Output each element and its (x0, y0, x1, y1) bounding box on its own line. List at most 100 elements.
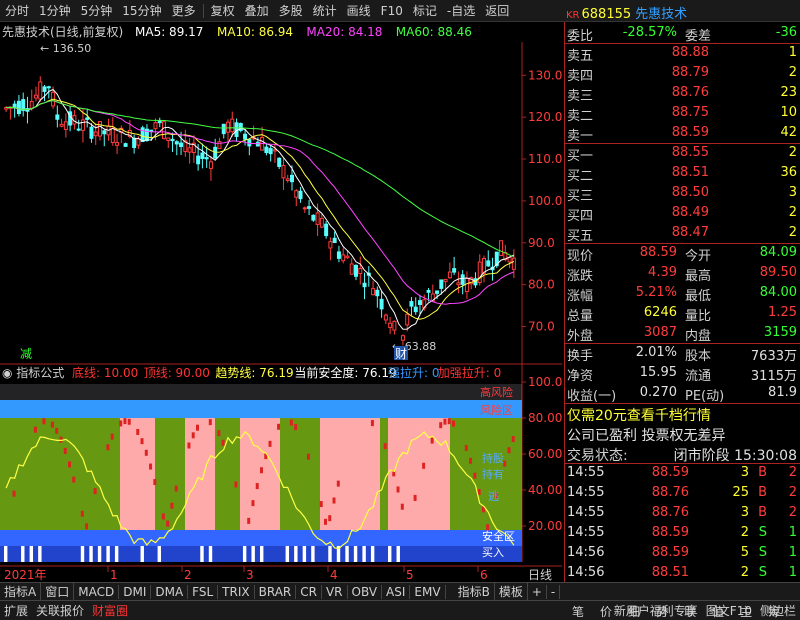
indicator-bar (464, 444, 468, 451)
toolbar-button-4[interactable]: 画线 (342, 2, 376, 19)
indicator-tab-0[interactable]: 指标A (0, 583, 42, 600)
indicator-bar (221, 439, 225, 446)
stat-value: 3115万 (750, 369, 797, 384)
candle-body (447, 271, 452, 279)
candle-body (435, 290, 440, 294)
indicator-tab-13[interactable]: 指标B (454, 583, 495, 600)
quote-tab-4[interactable]: 联 (676, 603, 704, 620)
toolbar-button-6[interactable]: 标记 (408, 2, 442, 19)
promo-text-1: 仅需20元查看千档行情 (567, 408, 711, 424)
indicator-tab-2[interactable]: MACD (74, 584, 120, 599)
indicator-bar (191, 432, 195, 439)
indicator-bar (161, 513, 165, 520)
kline-chart-svg[interactable]: 先惠技术(日线,前复权) MA5: 89.17 MA10: 86.94 MA20: 8… (0, 22, 570, 582)
indicator-tab-14[interactable]: 模板 (495, 583, 528, 600)
quote-tab-1[interactable]: 价 (592, 603, 620, 620)
toolbar-button-3[interactable]: 统计 (308, 2, 342, 19)
candle-body (42, 86, 47, 92)
ask-label: 卖三 (567, 89, 594, 104)
tick-row-0: 14:55 88.59 3 B 2 (565, 464, 800, 483)
stat-label: 总量 (567, 309, 594, 324)
promo-row-1: 仅需20元查看千档行情 (565, 404, 800, 424)
indicator-bar (328, 515, 332, 522)
indicator-tab-8[interactable]: CR (296, 584, 322, 599)
indicator-tab-5[interactable]: FSL (188, 584, 219, 599)
signal-bar (294, 546, 298, 562)
stat-label: 最高 (685, 269, 712, 284)
candle-body (98, 121, 102, 137)
indicator-tab-control-0[interactable]: + (528, 584, 547, 599)
toolbar-button-8[interactable]: 返回 (480, 2, 514, 19)
time-axis-year: 2021年 (4, 568, 47, 582)
indicator-tab-6[interactable]: TRIX (218, 584, 255, 599)
quote-tab-5[interactable]: 值 (704, 603, 732, 620)
ask-row-3: 卖二 88.75 10 (565, 104, 800, 124)
candle-body (281, 165, 286, 179)
period-tab-1[interactable]: 1分钟 (34, 2, 76, 19)
signal-bar (140, 546, 144, 562)
bid-price: 88.55 (671, 145, 709, 160)
zone-column (380, 418, 388, 530)
stat2-row-0: 换手 2.01% 股本 7633万 (565, 344, 800, 364)
toolbar-button-1[interactable]: 叠加 (240, 2, 274, 19)
bid-label: 买五 (567, 229, 594, 244)
candle-body (345, 255, 350, 259)
indicator-tab-control-1[interactable]: - (547, 584, 561, 599)
toolbar-button-7[interactable]: -自选 (442, 2, 480, 19)
candle-body (499, 240, 504, 256)
indicator-y-label-1: 80.00 (528, 411, 562, 425)
indicator-tab-bar: 指标A 窗口 MACD DMI DMA FSL TRIX BRAR CR VR OBV ASI EMV 指… (0, 582, 800, 600)
bottom-tab-0[interactable]: 扩展 (0, 602, 32, 619)
candle-body (311, 214, 316, 221)
stat-value: 6246 (643, 305, 677, 320)
candle-body (38, 81, 43, 100)
indicator-bar (469, 457, 473, 464)
quote-tab-6[interactable]: 主 (732, 603, 760, 620)
stat-label: 外盘 (567, 329, 594, 344)
period-tab-0[interactable]: 分时 (0, 2, 34, 19)
indicator-tab-12[interactable]: EMV (410, 584, 446, 599)
ask-price: 88.88 (671, 45, 709, 60)
zone-column (280, 418, 320, 530)
indicator-bar (396, 486, 400, 493)
quote-tab-3[interactable]: 势 (648, 603, 676, 620)
indicator-tab-11[interactable]: ASI (382, 584, 411, 599)
quote-tab-7[interactable]: 筹 (760, 603, 788, 620)
indicator-bar (187, 442, 191, 449)
bid-label: 买三 (567, 189, 594, 204)
ask-price: 88.79 (671, 65, 709, 80)
stat-row-1: 涨跌 4.39 最高 89.50 (565, 264, 800, 284)
toolbar-button-2[interactable]: 多股 (274, 2, 308, 19)
indicator-tab-9[interactable]: VR (322, 584, 348, 599)
indicator-bar (166, 520, 170, 527)
indicator-tab-3[interactable]: DMI (119, 584, 152, 599)
toolbar-button-5[interactable]: F10 (376, 4, 408, 18)
top-toolbar: 分时 1分钟 5分钟 15分钟 更多 复权 叠加 多股 统计 画线 F10 标记 -自选 返回 KR 6881… (0, 0, 800, 22)
period-tab-4[interactable]: 更多 (167, 2, 201, 19)
tick-time: 14:55 (567, 505, 605, 520)
period-tab-3[interactable]: 15分钟 (117, 2, 166, 19)
quote-tab-2[interactable]: 细 (620, 603, 648, 620)
tick-row-3: 14:55 88.59 2 S 1 (565, 524, 800, 543)
tick-volume: 2 (740, 525, 749, 540)
period-tab-2[interactable]: 5分钟 (76, 2, 118, 19)
indicator-tab-4[interactable]: DMA (151, 584, 189, 599)
stat-label: 最低 (685, 289, 712, 304)
stat-row-3: 总量 6246 量比 1.25 (565, 304, 800, 324)
indicator-bar (59, 436, 63, 443)
indicator-tab-7[interactable]: BRAR (255, 584, 297, 599)
toolbar-button-0[interactable]: 复权 (206, 2, 240, 19)
bottom-tab-2[interactable]: 财富圈 (88, 602, 132, 619)
candle-body (80, 119, 85, 131)
main-chart-title: 先惠技术(日线,前复权) (2, 24, 123, 39)
quote-tab-0[interactable]: 笔 (564, 603, 592, 620)
indicator-bar (383, 443, 387, 450)
indicator-title[interactable]: ◉ 指标公式 (2, 365, 64, 380)
indicator-tab-1[interactable]: 窗口 (41, 583, 75, 600)
candle-body (354, 264, 358, 277)
kline-chart-area[interactable]: 先惠技术(日线,前复权) MA5: 89.17 MA10: 86.94 MA20: 8… (0, 22, 570, 582)
month-label-0: 1 (110, 568, 118, 582)
month-label-4: 5 (406, 568, 414, 582)
bottom-tab-1[interactable]: 关联报价 (32, 602, 88, 619)
indicator-tab-10[interactable]: OBV (348, 584, 383, 599)
